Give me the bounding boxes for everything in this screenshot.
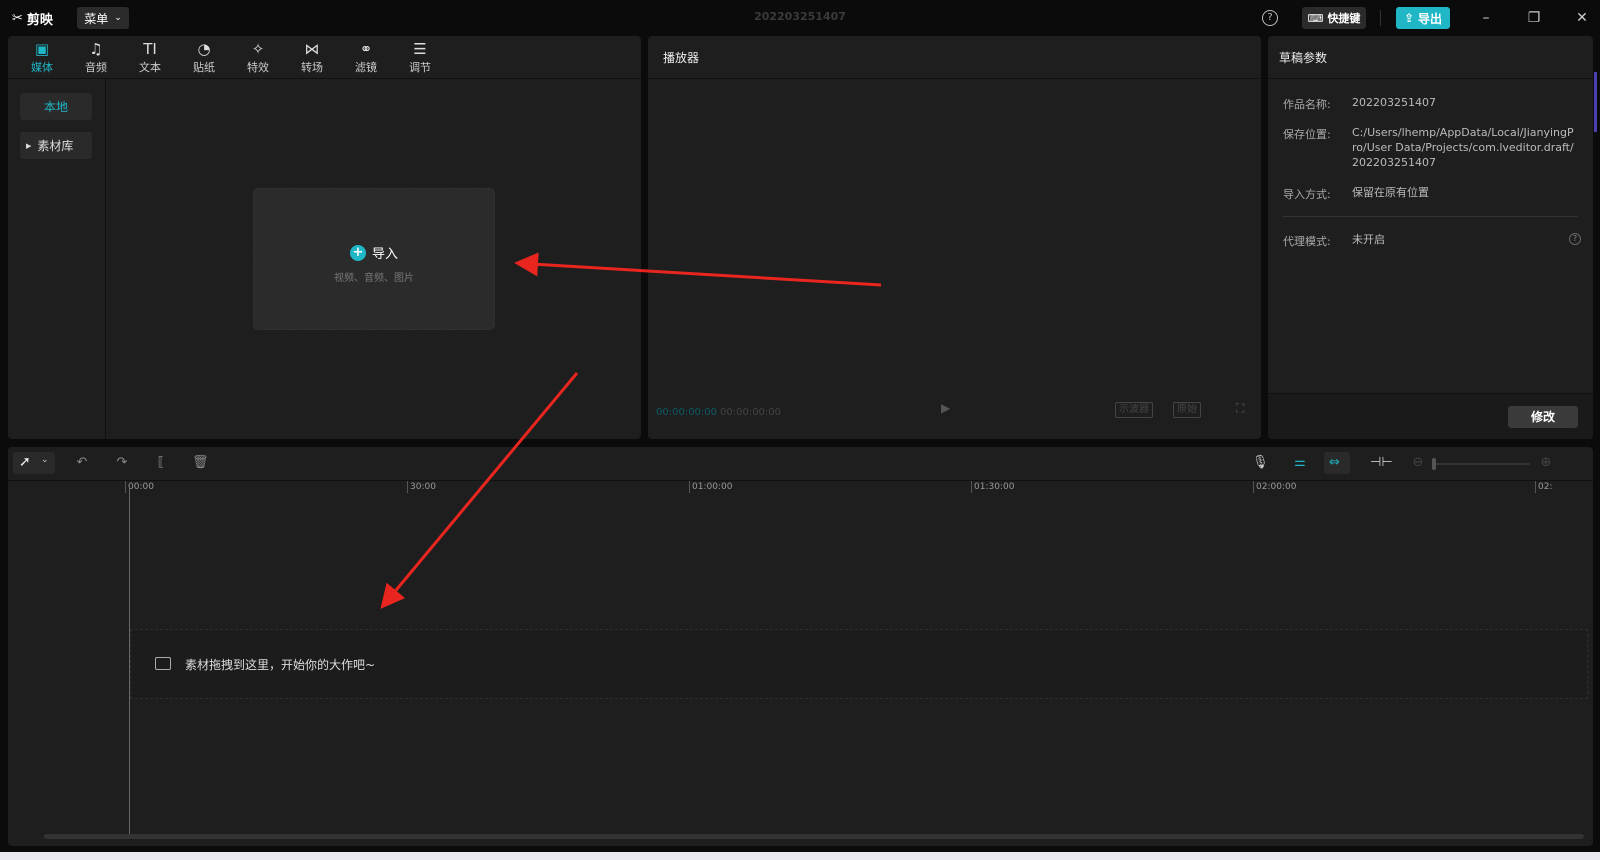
annotation-arrows [380,252,882,609]
arrow-to-timeline [380,372,579,609]
arrow-to-import [514,252,882,287]
